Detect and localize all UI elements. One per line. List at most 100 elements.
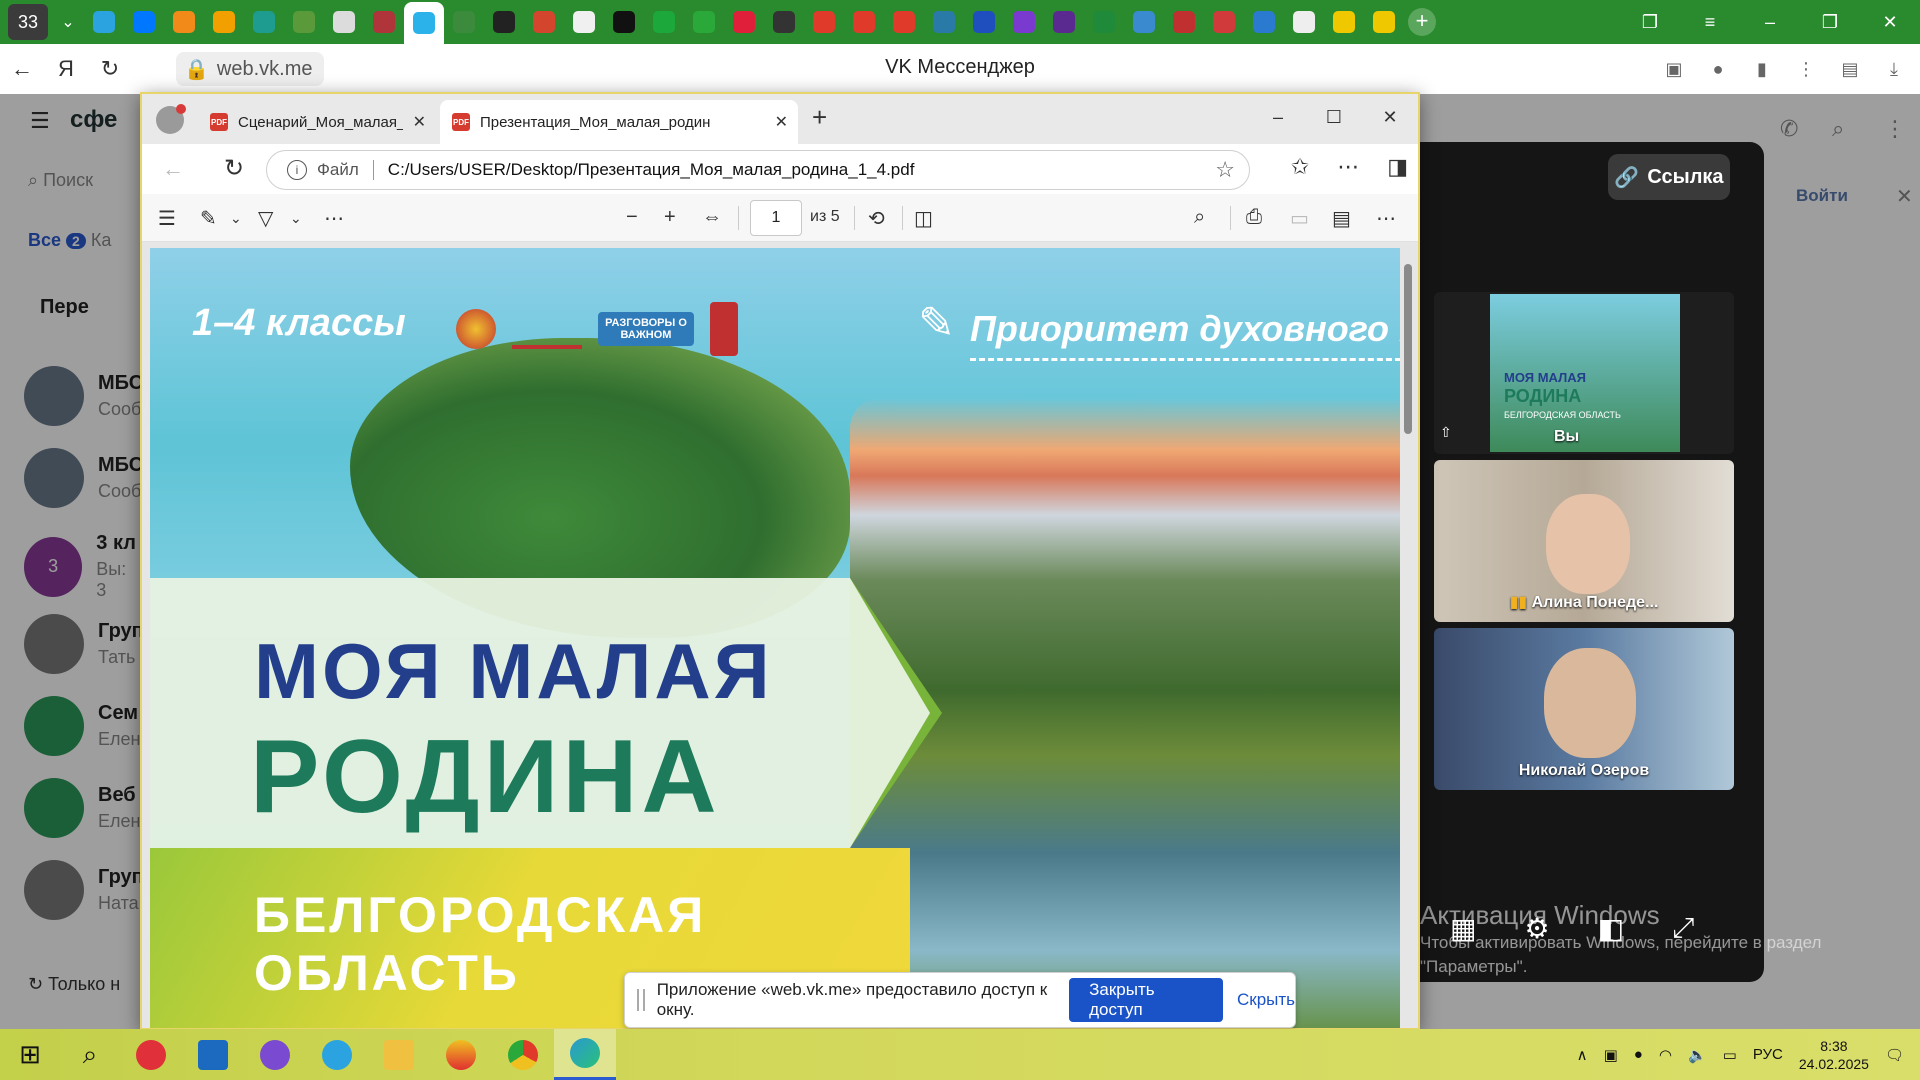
pinned-tab-app[interactable] [444, 2, 484, 42]
volume-icon[interactable]: 🔈 [1688, 1046, 1707, 1064]
pinned-tab-yandex[interactable] [844, 2, 884, 42]
pinned-tab-vk[interactable] [124, 2, 164, 42]
pinned-tab-app[interactable] [644, 2, 684, 42]
more-icon[interactable]: ⋯ [1337, 154, 1359, 180]
more-icon[interactable]: ⋮ [1788, 59, 1824, 80]
pdf-page-viewport[interactable]: 1–4 классы РАЗГОВОРЫ О ВАЖНОМ ✎ Приорите… [142, 242, 1418, 1028]
stop-sharing-button[interactable]: Закрыть доступ [1069, 978, 1223, 1022]
taskbar-outlook[interactable] [182, 1029, 244, 1080]
draw-icon[interactable]: ▽ [258, 206, 273, 231]
participant-tile-self[interactable]: МОЯ МАЛАЯ РОДИНА БЕЛГОРОДСКАЯ ОБЛАСТЬ ⇧ … [1434, 292, 1734, 454]
more-icon[interactable]: ⋯ [324, 206, 344, 231]
save-as-icon[interactable]: ▤ [1332, 206, 1351, 231]
pinned-tab-mail[interactable] [204, 2, 244, 42]
hide-link[interactable]: Скрыть [1237, 990, 1295, 1010]
page-number-input[interactable]: 1 [750, 200, 802, 236]
tabs-icon[interactable]: ❐ [1620, 12, 1680, 33]
new-tab-button[interactable]: + [812, 102, 827, 133]
search-icon[interactable]: ⌕ [60, 1039, 120, 1071]
reload-icon[interactable]: ↻ [224, 154, 244, 183]
contents-icon[interactable]: ☰ [158, 206, 176, 231]
call-link-button[interactable]: 🔗 Ссылка [1608, 154, 1730, 200]
url-field[interactable]: 🔒 web.vk.me [176, 52, 324, 86]
pinned-tab-app[interactable] [364, 2, 404, 42]
reload-icon[interactable]: ↻ [88, 56, 132, 82]
new-tab-button[interactable]: + [1408, 8, 1436, 36]
taskbar-explorer[interactable] [368, 1029, 430, 1080]
taskbar-edge[interactable] [554, 1029, 616, 1080]
notifications-icon[interactable]: 🗨 [1885, 1046, 1904, 1064]
zoom-in-icon[interactable]: + [664, 206, 676, 229]
download-icon[interactable]: ⤓ [1876, 59, 1912, 80]
pinned-tab-app[interactable] [964, 2, 1004, 42]
close-icon[interactable]: ✕ [1860, 12, 1920, 33]
bookmark-icon[interactable]: ▮ [1744, 59, 1780, 80]
participant-tile[interactable]: ▮▮ Алина Понеде... [1434, 460, 1734, 622]
clock[interactable]: 8:38 24.02.2025 [1799, 1037, 1869, 1073]
back-icon[interactable]: ← [0, 56, 44, 82]
favorites-icon[interactable]: ✩ [1291, 154, 1309, 180]
battery-icon[interactable]: ▭ [1723, 1046, 1737, 1064]
chevron-down-icon[interactable]: ⌄ [52, 4, 84, 40]
star-icon[interactable]: ☆ [1215, 157, 1235, 183]
pinned-tab-app[interactable] [564, 2, 604, 42]
save-icon[interactable]: ▭ [1290, 206, 1309, 231]
fit-width-icon[interactable]: ⇔ [702, 206, 722, 229]
pinned-tab-app[interactable] [1204, 2, 1244, 42]
pinned-tab-app[interactable] [1364, 2, 1404, 42]
windows-start-icon[interactable]: ⊞ [0, 1039, 60, 1070]
pinned-tab-app[interactable] [1084, 2, 1124, 42]
chevron-down-icon[interactable]: ⌄ [290, 210, 302, 227]
network-icon[interactable]: ◠ [1659, 1046, 1672, 1064]
taskbar-chrome[interactable] [492, 1029, 554, 1080]
close-tab-icon[interactable]: ✕ [413, 112, 426, 132]
collections-icon[interactable]: ▤ [1832, 59, 1868, 80]
taskbar-viber[interactable] [244, 1029, 306, 1080]
pinned-tab-telegram[interactable] [84, 2, 124, 42]
camera-icon[interactable]: ▣ [1656, 59, 1692, 80]
pinned-tab-app[interactable] [484, 2, 524, 42]
participant-tile[interactable]: Николай Озеров [1434, 628, 1734, 790]
pinned-tab-app[interactable] [1284, 2, 1324, 42]
taskbar-telegram[interactable] [306, 1029, 368, 1080]
microphone-icon[interactable]: ● [1700, 59, 1736, 80]
close-icon[interactable]: ✕ [1362, 94, 1418, 140]
pinned-tab-app[interactable] [684, 2, 724, 42]
pinned-tab-app[interactable] [924, 2, 964, 42]
more-icon[interactable]: ⋯ [1376, 206, 1396, 231]
pinned-tab-app[interactable] [524, 2, 564, 42]
pinned-tab-app[interactable] [1164, 2, 1204, 42]
pinned-tab-app[interactable] [1324, 2, 1364, 42]
pinned-tab-app[interactable] [604, 2, 644, 42]
pinned-tab-app[interactable] [1124, 2, 1164, 42]
pinned-tab-app[interactable] [244, 2, 284, 42]
taskbar-yandex[interactable] [120, 1029, 182, 1080]
search-icon[interactable]: ⌕ [1194, 206, 1205, 229]
pinned-tab-app[interactable] [1004, 2, 1044, 42]
chevron-down-icon[interactable]: ⌄ [230, 210, 242, 227]
tab-counter[interactable]: 33 [8, 4, 48, 40]
close-tab-icon[interactable]: ✕ [775, 112, 788, 132]
chevron-up-icon[interactable]: ∧ [1577, 1046, 1588, 1064]
taskbar-yandex-browser[interactable] [430, 1029, 492, 1080]
highlight-icon[interactable]: ✎ [200, 206, 217, 231]
minimize-icon[interactable]: – [1740, 12, 1800, 33]
pinned-tab-app[interactable] [1044, 2, 1084, 42]
pinned-tab-app[interactable] [1244, 2, 1284, 42]
scrollbar[interactable] [1402, 246, 1414, 1026]
minimize-icon[interactable]: – [1250, 94, 1306, 140]
restore-icon[interactable]: ❐ [1800, 12, 1860, 33]
meet-icon[interactable]: ▣ [1604, 1046, 1618, 1064]
info-icon[interactable]: i [287, 160, 307, 180]
pinned-tab-yandex[interactable] [884, 2, 924, 42]
yandex-icon[interactable]: Я [44, 56, 88, 82]
pinned-tab-vk-messenger[interactable] [404, 2, 444, 44]
pinned-tab-app[interactable] [764, 2, 804, 42]
sidebar-icon[interactable]: ◨ [1387, 154, 1408, 180]
maximize-icon[interactable]: ☐ [1306, 94, 1362, 140]
print-icon[interactable]: ⎙ [1246, 206, 1262, 229]
pinned-tab-app[interactable] [324, 2, 364, 42]
language-indicator[interactable]: РУС [1753, 1046, 1783, 1063]
microphone-icon[interactable]: ● [1634, 1046, 1643, 1063]
zoom-out-icon[interactable]: − [626, 206, 638, 229]
